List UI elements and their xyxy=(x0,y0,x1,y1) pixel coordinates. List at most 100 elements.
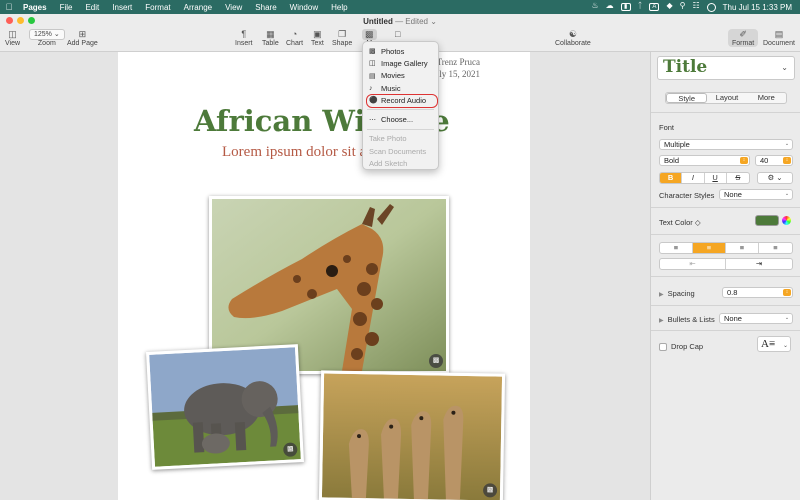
image-edit-badge-icon[interactable]: ▩ xyxy=(429,354,443,368)
menu-edit[interactable]: Edit xyxy=(80,3,107,12)
text-color-swatch[interactable] xyxy=(755,215,779,226)
clock[interactable]: Thu Jul 15 1:33 PM xyxy=(723,3,792,12)
align-left-icon[interactable]: ≡ xyxy=(660,243,693,253)
sidebar-icon: ◫ xyxy=(8,29,17,39)
media-menu: ▩ Photos ◫ Image Gallery ▤ Movies ♪ Musi… xyxy=(362,41,439,170)
bullets-select[interactable]: None ⌄ xyxy=(719,313,793,324)
menu-item-image-gallery[interactable]: ◫ Image Gallery xyxy=(363,57,438,69)
drop-cap-style-select[interactable]: A≡ ⌄ xyxy=(757,336,791,352)
font-weight-select[interactable]: Bold ↕ xyxy=(659,155,750,166)
justify-icon[interactable]: ≡ xyxy=(759,243,792,253)
wifi-icon[interactable]: ◆ xyxy=(666,2,672,11)
strikethrough-button[interactable]: S xyxy=(727,173,749,183)
control-center-icon[interactable]: ☷ xyxy=(692,2,699,11)
stepper-arrows-icon: ↕ xyxy=(783,289,791,296)
chart-button[interactable]: ◔ Chart xyxy=(286,29,303,47)
menu-arrange[interactable]: Arrange xyxy=(179,3,220,12)
elephant-photo[interactable]: ▩ xyxy=(146,344,304,470)
zoom-control[interactable]: 125% ⌄ Zoom xyxy=(29,29,65,47)
menu-item-photos[interactable]: ▩ Photos xyxy=(363,45,438,57)
comment-button[interactable]: □ xyxy=(395,29,400,40)
window-title[interactable]: Untitled — Edited ⌄ xyxy=(0,17,800,26)
menu-item-music[interactable]: ♪ Music xyxy=(363,82,438,94)
document-page[interactable]: Trenz Pruca uly 15, 2021 African Wildlif… xyxy=(118,52,530,500)
advanced-options-button[interactable]: ⚙ ⌄ xyxy=(757,172,793,184)
add-page-button[interactable]: ⊞ Add Page xyxy=(67,29,98,47)
input-source-icon[interactable]: A xyxy=(649,3,660,11)
drop-cap-label: Drop Cap xyxy=(671,342,704,351)
menu-item-choose[interactable]: ⋯ Choose... xyxy=(363,113,438,125)
zoom-value[interactable]: 125% ⌄ xyxy=(29,29,65,40)
increase-indent-icon[interactable]: ⇥ xyxy=(726,259,792,269)
author-name: Trenz Pruca xyxy=(436,57,480,67)
collaborate-button[interactable]: ☯ Collaborate xyxy=(555,29,591,47)
align-center-icon[interactable]: ≡ xyxy=(693,243,726,253)
disclosure-triangle-icon: ▶ xyxy=(659,292,664,298)
divider xyxy=(651,207,800,208)
menu-view[interactable]: View xyxy=(220,3,250,12)
font-heading: Font xyxy=(659,123,675,132)
insert-button[interactable]: ¶ Insert xyxy=(235,29,253,47)
gear-icon: ⚙ ⌄ xyxy=(767,173,783,182)
menu-file[interactable]: File xyxy=(55,3,81,12)
shape-button[interactable]: ❐ Shape xyxy=(332,29,352,47)
collaborate-label: Collaborate xyxy=(555,40,591,47)
giraffe-image xyxy=(212,199,446,371)
siri-icon[interactable] xyxy=(706,2,716,12)
apple-menu-icon[interactable]:  xyxy=(0,2,18,12)
tab-more[interactable]: More xyxy=(747,93,786,103)
text-button[interactable]: ▣ Text xyxy=(311,29,324,47)
menu-share[interactable]: Share xyxy=(250,3,284,12)
format-sidebar: Title ⌄ Style Layout More Font Multiple … xyxy=(650,52,800,500)
author-block[interactable]: Trenz Pruca uly 15, 2021 xyxy=(435,56,480,80)
color-wheel-icon[interactable] xyxy=(782,216,791,225)
view-button[interactable]: ◫ View xyxy=(5,29,20,47)
menu-insert[interactable]: Insert xyxy=(107,3,140,12)
battery-icon[interactable]: ▮ xyxy=(620,3,631,11)
decrease-indent-icon[interactable]: ⇤ xyxy=(660,259,726,269)
menu-item-label: Add Sketch xyxy=(369,159,408,169)
tab-layout[interactable]: Layout xyxy=(707,93,746,103)
checkbox[interactable] xyxy=(659,342,667,351)
search-icon[interactable]: ⚲ xyxy=(680,2,686,11)
bullets-value: None xyxy=(724,314,742,323)
menu-help[interactable]: Help xyxy=(326,3,355,12)
paragraph-style-name: Title xyxy=(663,57,708,77)
stepper-arrows-icon: ↕ xyxy=(783,157,791,164)
bold-button[interactable]: B xyxy=(660,173,683,183)
comment-icon: □ xyxy=(395,29,401,39)
format-button[interactable]: ✐ Format xyxy=(728,29,759,47)
music-icon: ♪ xyxy=(369,84,373,92)
paintbrush-icon: ✐ xyxy=(739,29,747,39)
table-button[interactable]: ▦ Table xyxy=(262,29,279,47)
menu-item-record-audio[interactable]: ⚫ Record Audio xyxy=(363,94,438,109)
document-name: Untitled xyxy=(363,17,393,26)
menu-item-scan-documents: Scan Documents xyxy=(363,145,438,157)
meerkat-photo[interactable]: ▩ xyxy=(318,370,506,500)
italic-button[interactable]: I xyxy=(682,173,705,183)
document-canvas[interactable]: Trenz Pruca uly 15, 2021 African Wildlif… xyxy=(0,52,650,500)
drop-cap-checkbox[interactable]: Drop Cap xyxy=(659,342,703,351)
font-size-field[interactable]: 40 ↕ xyxy=(755,155,793,166)
elephant-image xyxy=(149,347,301,467)
character-styles-select[interactable]: None ⌄ xyxy=(719,189,793,200)
document-date: uly 15, 2021 xyxy=(434,69,480,79)
underline-button[interactable]: U xyxy=(705,173,727,183)
menu-item-movies[interactable]: ▤ Movies xyxy=(363,70,438,82)
font-family-select[interactable]: Multiple ⌄ xyxy=(659,139,793,150)
menu-app-pages[interactable]: Pages xyxy=(18,3,55,12)
spacing-disclosure[interactable]: ▶ Spacing xyxy=(659,289,695,298)
menu-window[interactable]: Window xyxy=(285,3,326,12)
spacing-field[interactable]: 0.8 ↕ xyxy=(722,287,793,298)
bell-icon[interactable]: ♨ xyxy=(591,2,598,11)
cloud-icon[interactable]: ☁ xyxy=(606,2,614,11)
menu-format[interactable]: Format xyxy=(140,3,178,12)
paragraph-style-selector[interactable]: Title ⌄ xyxy=(657,56,795,80)
menu-item-take-photo: Take Photo xyxy=(363,133,438,145)
menu-item-label: Choose... xyxy=(381,115,414,125)
tab-style[interactable]: Style xyxy=(666,93,708,103)
align-right-icon[interactable]: ≡ xyxy=(726,243,759,253)
bullets-disclosure[interactable]: ▶ Bullets & Lists xyxy=(659,315,715,324)
document-button[interactable]: ▤ Document xyxy=(763,29,795,47)
bluetooth-icon[interactable]: ᛏ xyxy=(638,2,643,11)
